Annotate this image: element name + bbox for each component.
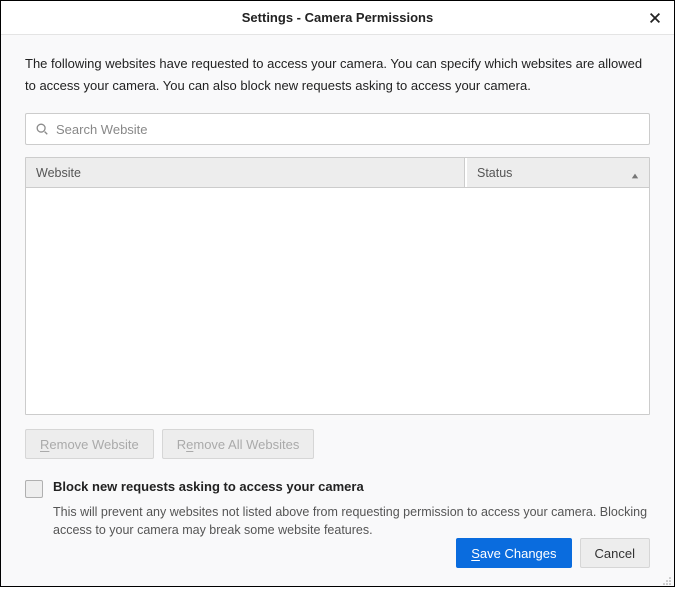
remove-website-label: Remove Website (40, 437, 139, 452)
block-requests-row: Block new requests asking to access your… (25, 479, 650, 498)
table-action-buttons: Remove Website Remove All Websites (25, 429, 650, 459)
search-icon (35, 122, 49, 136)
permissions-table: Website Status (25, 157, 650, 415)
cancel-label: Cancel (595, 546, 635, 561)
remove-all-websites-button[interactable]: Remove All Websites (162, 429, 315, 459)
sort-asc-icon (631, 169, 639, 177)
search-field-wrap (25, 113, 650, 145)
resize-grip-icon[interactable] (662, 574, 672, 584)
remove-website-button[interactable]: Remove Website (25, 429, 154, 459)
save-label: Save Changes (471, 546, 556, 561)
close-button[interactable] (642, 5, 668, 31)
content-area: The following websites have requested to… (1, 35, 674, 586)
save-changes-button[interactable]: Save Changes (456, 538, 571, 568)
column-label-status: Status (477, 166, 512, 180)
titlebar: Settings - Camera Permissions (1, 1, 674, 35)
column-header-status[interactable]: Status (465, 158, 649, 187)
block-requests-checkbox[interactable] (25, 480, 43, 498)
column-label-website: Website (36, 166, 81, 180)
block-requests-description: This will prevent any websites not liste… (53, 504, 650, 539)
remove-all-label: Remove All Websites (177, 437, 300, 452)
table-body[interactable] (26, 188, 649, 414)
cancel-button[interactable]: Cancel (580, 538, 650, 568)
column-header-website[interactable]: Website (26, 158, 465, 187)
footer-buttons: Save Changes Cancel (456, 538, 650, 568)
description-text: The following websites have requested to… (25, 53, 650, 97)
search-input[interactable] (25, 113, 650, 145)
window-title: Settings - Camera Permissions (242, 10, 433, 25)
block-requests-label[interactable]: Block new requests asking to access your… (53, 479, 364, 494)
table-header: Website Status (26, 158, 649, 188)
close-icon (648, 11, 662, 25)
